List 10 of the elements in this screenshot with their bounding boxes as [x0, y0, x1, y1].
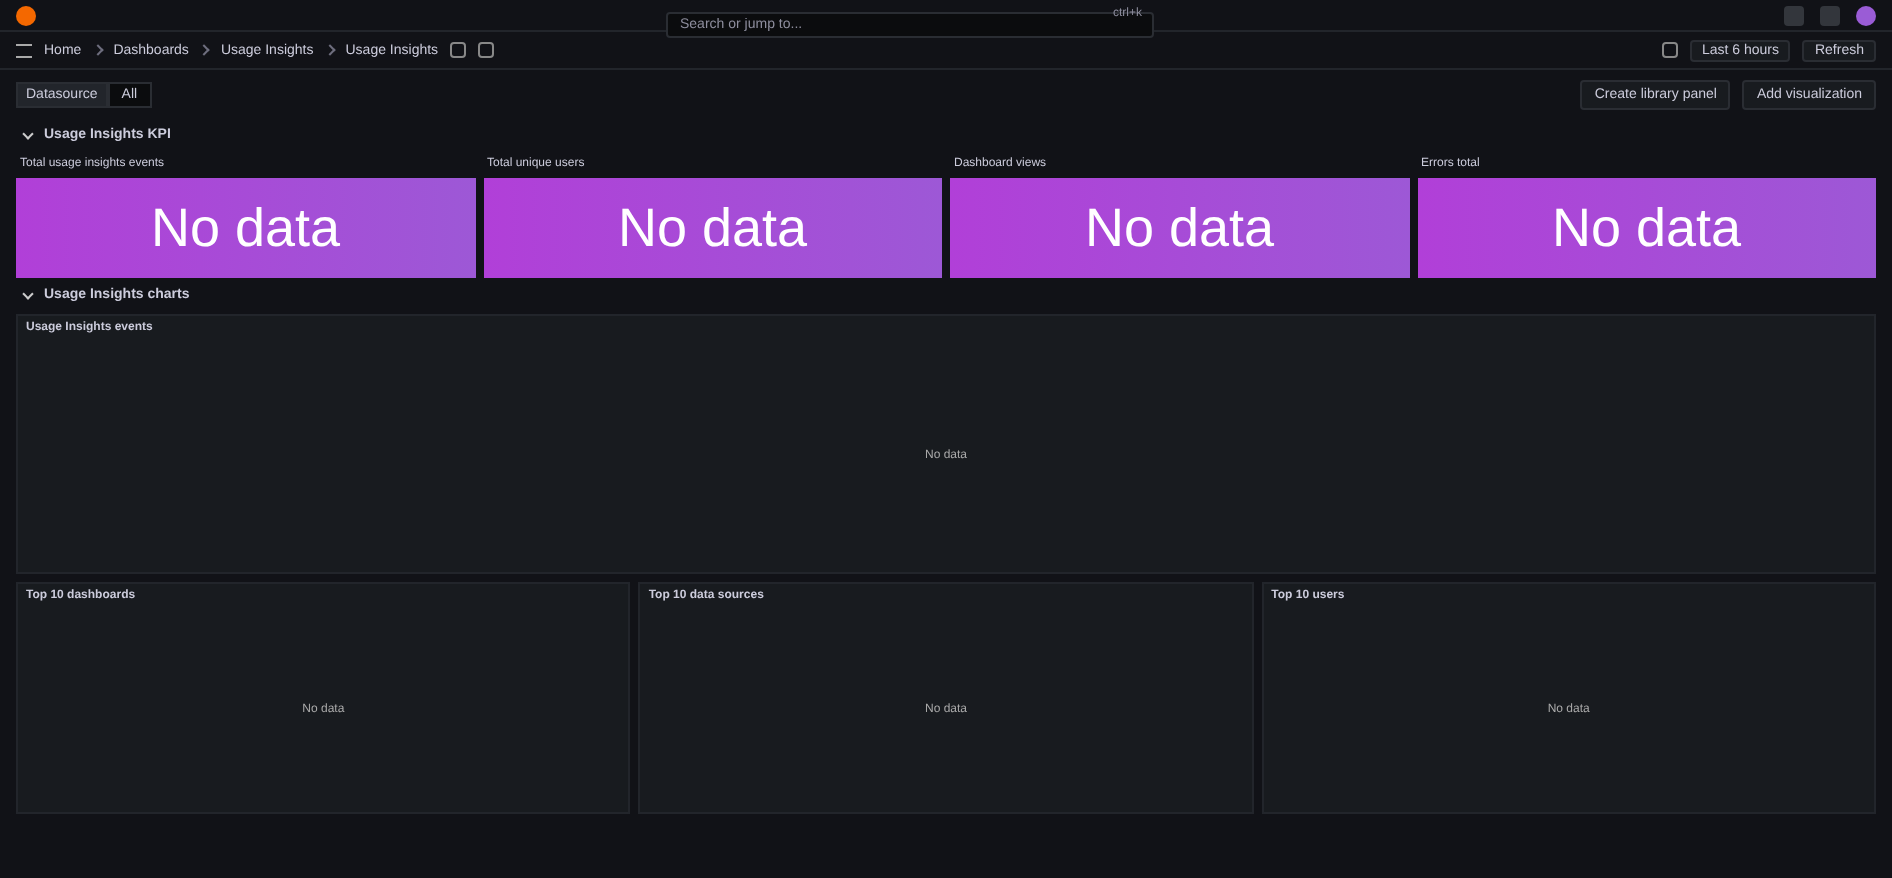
stat-value: No data — [483, 178, 942, 278]
chevron-icon — [199, 44, 211, 56]
stat-value: No data — [16, 178, 475, 278]
avatar-icon[interactable] — [1856, 5, 1876, 25]
menu-icon[interactable] — [16, 43, 32, 57]
stat-value: No data — [1417, 178, 1876, 278]
logo-icon[interactable] — [16, 5, 36, 25]
caret-icon[interactable] — [22, 288, 34, 300]
stat-value: No data — [950, 178, 1409, 278]
caret-icon[interactable] — [22, 128, 34, 140]
